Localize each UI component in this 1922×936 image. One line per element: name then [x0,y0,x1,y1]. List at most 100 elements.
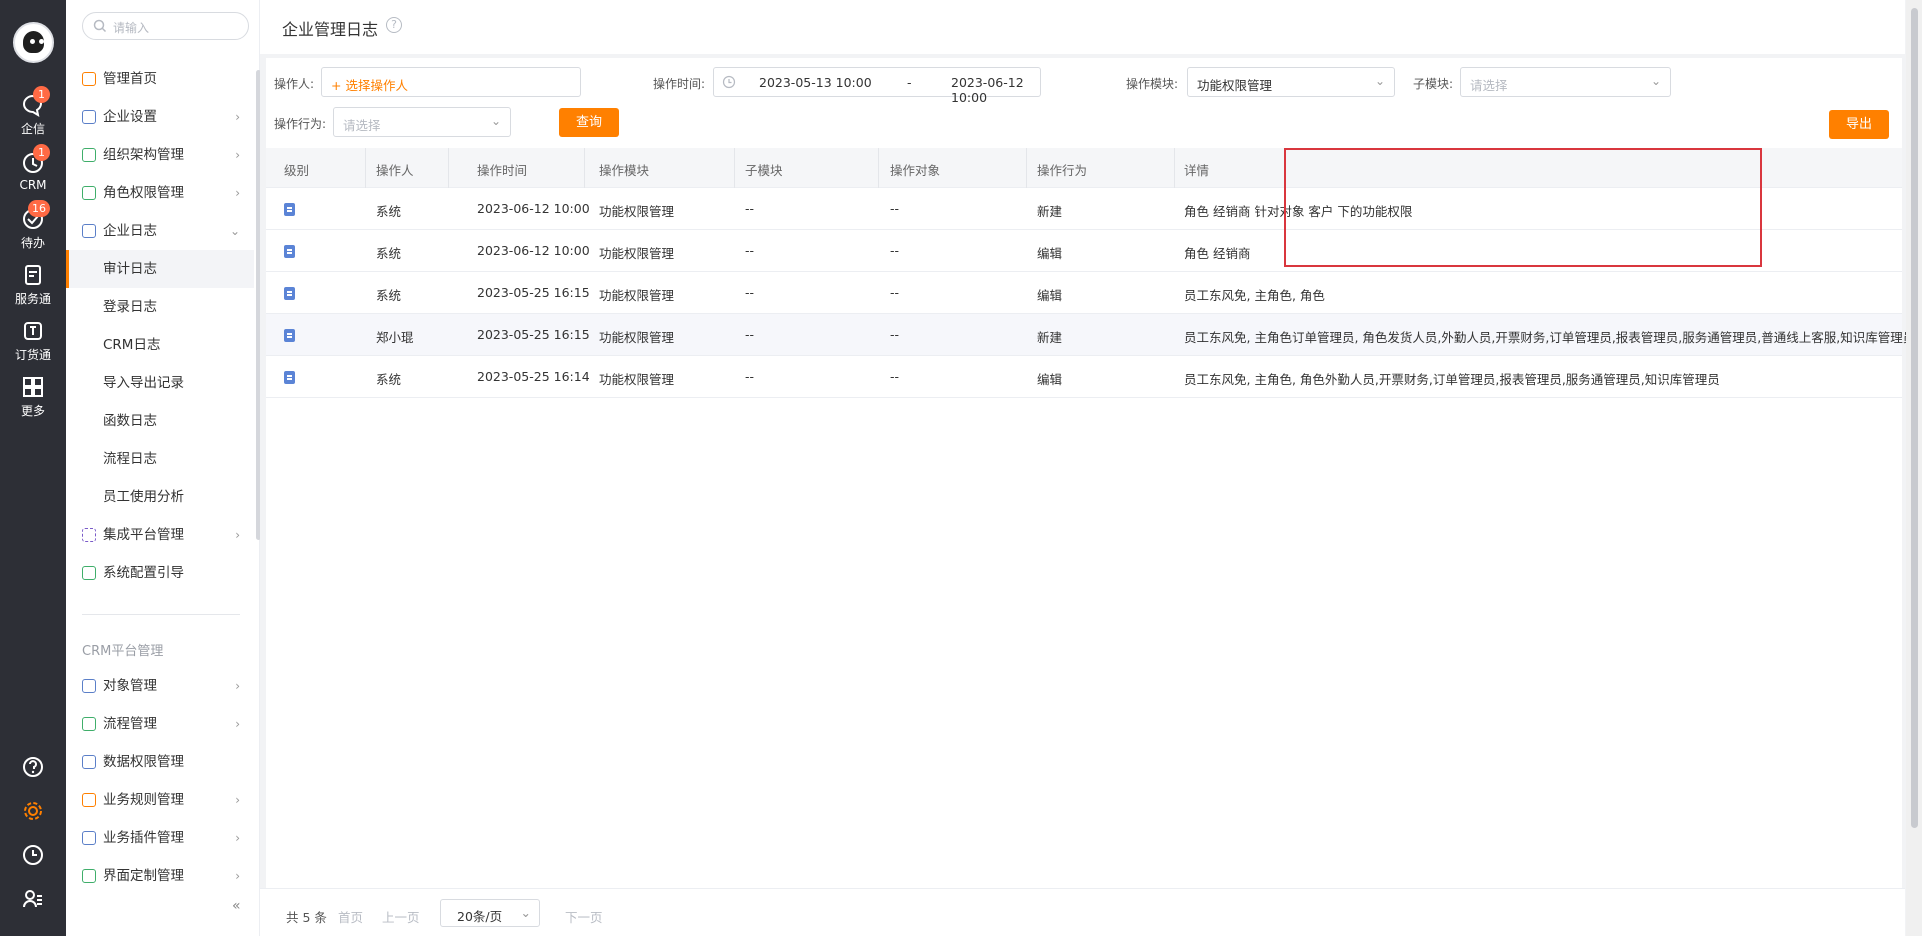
module-select[interactable]: 功能权限管理 ⌄ [1187,67,1395,97]
chevron-down-icon: ⌄ [520,905,531,920]
help-icon[interactable] [0,756,66,782]
header-object: 操作对象 [890,163,941,178]
page-scrollbar[interactable] [1906,0,1922,936]
chevron-right-icon: › [235,793,240,807]
gear-icon[interactable] [0,800,66,826]
chevron-right-icon: › [235,831,240,845]
date-end[interactable]: 2023-06-12 10:00 [951,75,1040,105]
table-row[interactable]: 系统 2023-06-12 10:00 功能权限管理 -- -- 编辑 角色 经… [266,230,1902,272]
rail-item-label: 服务通 [14,292,51,306]
settings-sidebar: 请输入 管理首页 企业设置 › 组织架构管理 › 角色权限管理 › 企业日志 ⌄… [66,0,261,936]
id-card-icon [82,186,96,200]
avatar[interactable] [13,22,54,63]
sidebar-item-label: 组织架构管理 [103,147,184,163]
sidebar-item-enterprise-settings[interactable]: 企业设置 › [66,98,254,136]
page-size-select[interactable]: 20条/页 ⌄ [440,899,540,927]
submodule-select[interactable]: 请选择 ⌄ [1460,67,1671,97]
export-button[interactable]: 导出 [1829,110,1889,139]
collapse-sidebar-button[interactable]: « [232,898,241,914]
cell-operator: 系统 [376,246,402,261]
sidebar-sub-function[interactable]: 函数日志 [66,402,254,440]
sidebar-sub-flow[interactable]: 流程日志 [66,440,254,478]
cell-time: 2023-05-25 16:14 [477,369,590,384]
chat-bubble-icon: 1 [20,86,50,118]
rail-item-qixin[interactable]: 1 企信 [0,86,66,137]
sidebar-item-logs[interactable]: 企业日志 ⌄ [66,212,254,250]
cube-icon [82,679,96,693]
action-select[interactable]: 请选择 ⌄ [333,107,511,137]
rail-item-service[interactable]: 服务通 [0,262,66,307]
sidebar-item-data-permission[interactable]: 数据权限管理 [66,743,254,781]
sidebar-item-business-rules[interactable]: 业务规则管理 › [66,781,254,819]
sidebar-sub-usage[interactable]: 员工使用分析 [66,478,254,516]
sidebar-item-label: 界面定制管理 [103,868,184,884]
date-range-picker[interactable]: 2023-05-13 10:00 - 2023-06-12 10:00 [713,67,1041,105]
table-row[interactable]: 系统 2023-05-25 16:14 功能权限管理 -- -- 编辑 员工东风… [266,356,1902,398]
home-icon [82,72,96,86]
sidebar-item-label: 企业日志 [103,223,157,239]
chevron-right-icon: › [235,679,240,693]
column-divider [878,148,879,188]
sidebar-item-label: 角色权限管理 [103,185,184,201]
cell-detail: 员工东风免, 主角色订单管理员, 角色发货人员,外勤人员,开票财务,订单管理员,… [1184,330,1916,345]
help-icon[interactable]: ? [386,17,402,33]
cell-time: 2023-05-25 16:15 [477,327,590,342]
header-level: 级别 [284,163,310,178]
header-module: 操作模块 [599,163,650,178]
rail-item-todo[interactable]: 16 待办 [0,200,66,251]
prev-page-button[interactable]: 上一页 [382,907,420,926]
cell-submodule: -- [745,327,755,342]
document-icon [82,224,96,238]
sidebar-item-config-guide[interactable]: 系统配置引导 [66,554,254,592]
sidebar-item-objects[interactable]: 对象管理 › [66,667,254,705]
sidebar-item-org[interactable]: 组织架构管理 › [66,136,254,174]
cell-module: 功能权限管理 [599,246,675,261]
table-row[interactable]: 系统 2023-05-25 16:15 功能权限管理 -- -- 编辑 员工东风… [266,272,1902,314]
sidebar-item-ui-custom[interactable]: 界面定制管理 › [66,857,254,895]
module-label: 操作模块: [1126,77,1179,91]
sidebar-item-label: 流程管理 [103,716,157,732]
avatar-eye [30,39,35,44]
rail-badge: 1 [33,144,50,161]
action-placeholder: 请选择 [343,118,381,133]
table-row[interactable]: 系统 2023-06-12 10:00 功能权限管理 -- -- 新建 角色 经… [266,188,1902,230]
sidebar-sub-crm[interactable]: CRM日志 [66,326,254,364]
user-list-icon[interactable] [0,888,66,914]
first-page-button[interactable]: 首页 [338,907,363,926]
sidebar-sub-login[interactable]: 登录日志 [66,288,254,326]
query-button[interactable]: 查询 [559,108,619,137]
header-submodule: 子模块 [745,163,783,178]
chevron-down-icon: ⌄ [490,114,501,128]
check-circle-icon: 16 [20,200,50,232]
sidebar-item-roles[interactable]: 角色权限管理 › [66,174,254,212]
rail-item-order[interactable]: 订货通 [0,318,66,363]
rail-item-crm[interactable]: 1 CRM [0,144,66,192]
history-icon[interactable] [0,844,66,870]
sidebar-sub-import-export[interactable]: 导入导出记录 [66,364,254,402]
column-divider [448,148,449,188]
pagination: 共 5 条 首页 上一页 20条/页 ⌄ 下一页 [260,888,1905,936]
cell-time: 2023-06-12 10:00 [477,243,590,258]
sidebar-item-home[interactable]: 管理首页 [66,60,254,98]
scrollbar-thumb[interactable] [1911,8,1918,828]
chevron-right-icon: › [235,148,240,162]
sidebar-item-process[interactable]: 流程管理 › [66,705,254,743]
column-divider [734,148,735,188]
cell-operator: 郑小琨 [376,330,414,345]
table-row[interactable]: 郑小琨 2023-05-25 16:15 功能权限管理 -- -- 新建 员工东… [266,314,1915,356]
rail-item-more[interactable]: 更多 [0,374,66,419]
chevron-down-icon: ⌄ [1374,74,1385,88]
sidebar-item-label: 对象管理 [103,678,157,694]
sidebar-sub-audit[interactable]: 审计日志 [66,250,254,288]
action-label: 操作行为: [274,117,327,131]
sidebar-search-input[interactable]: 请输入 [82,12,249,40]
sidebar-item-integration[interactable]: 集成平台管理 › [66,516,254,554]
cell-submodule: -- [745,369,755,384]
date-start[interactable]: 2023-05-13 10:00 [759,75,872,90]
cell-object: -- [890,327,900,342]
log-level-icon [284,245,295,258]
operator-picker[interactable]: + 选择操作人 [321,67,581,97]
next-page-button[interactable]: 下一页 [565,907,603,926]
sidebar-item-plugins[interactable]: 业务插件管理 › [66,819,254,857]
sidebar-item-label: 业务插件管理 [103,830,184,846]
